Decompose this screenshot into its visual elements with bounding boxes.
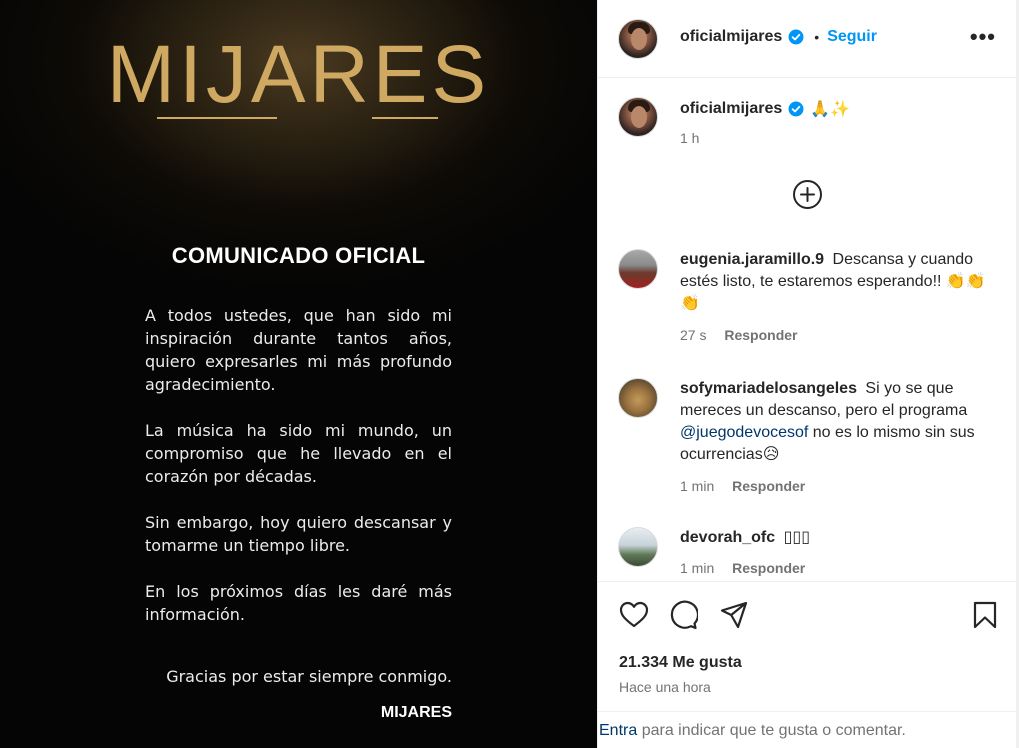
mijares-logo: MIJARES [106, 29, 491, 120]
post-paragraph: A todos ustedes, que han sido mi inspira… [145, 306, 452, 394]
login-prompt-text: para indicar que te gusta o comentar. [637, 722, 906, 739]
header-username[interactable]: oficialmijares [680, 28, 782, 46]
post-actions: 21.334 Me gusta Hace una hora [598, 581, 1019, 711]
verified-badge-icon [788, 29, 804, 45]
reply-button[interactable]: Responder [724, 327, 797, 343]
comment-text: devorah_ofc ▯▯▯ [680, 527, 1002, 549]
caption-text: 🙏✨ [810, 101, 851, 118]
heart-icon[interactable] [619, 600, 649, 630]
comment-username[interactable]: sofymariadelosangeles [680, 380, 857, 397]
bookmark-icon[interactable] [970, 600, 1000, 630]
post-thanks: Gracias por estar siempre conmigo. [166, 667, 452, 686]
avatar[interactable] [618, 97, 658, 137]
post-side-panel: oficialmijares • Seguir ••• oficialmijar… [597, 0, 1019, 748]
post-time[interactable]: Hace una hora [619, 679, 711, 695]
post-paragraph: Sin embargo, hoy quiero descansar y toma… [145, 513, 452, 555]
avatar[interactable] [618, 527, 658, 567]
comment-text: sofymariadelosangeles Si yo se que merec… [680, 378, 1002, 466]
caption: oficialmijares 🙏✨ [680, 99, 850, 119]
caption-time[interactable]: 1 h [680, 130, 699, 146]
follow-button[interactable]: Seguir [827, 28, 877, 46]
post-body: A todos ustedes, que han sido mi inspira… [145, 304, 452, 649]
share-icon[interactable] [719, 600, 749, 630]
comment-time: 1 min [680, 560, 715, 576]
avatar[interactable] [618, 249, 658, 289]
verified-badge-icon [788, 101, 804, 117]
comment-meta: 1 min Responder [680, 478, 805, 494]
login-link[interactable]: Entra [599, 722, 637, 739]
comment-username[interactable]: eugenia.jaramillo.9 [680, 251, 824, 268]
likes-count[interactable]: 21.334 Me gusta [619, 654, 742, 672]
post-paragraph: En los próximos días les daré más inform… [145, 582, 452, 624]
logo-underline-left [157, 117, 277, 119]
comment-text: eugenia.jaramillo.9 Descansa y cuando es… [680, 249, 1002, 315]
comment-time: 27 s [680, 327, 707, 343]
comments-list[interactable]: oficialmijares 🙏✨ 1 h eugenia.jaramillo.… [598, 78, 1019, 581]
post-heading: COMUNICADO OFICIAL [171, 243, 426, 268]
mention-link[interactable]: @juegodevocesof [680, 424, 808, 441]
comment-icon[interactable] [668, 600, 698, 630]
comment-body: ▯▯▯ [783, 529, 811, 546]
post-paragraph: La música ha sido mi mundo, un compromis… [145, 421, 452, 486]
avatar[interactable] [618, 378, 658, 418]
separator-dot: • [814, 29, 820, 45]
header-user: oficialmijares • Seguir [680, 28, 877, 46]
comment-username[interactable]: devorah_ofc [680, 529, 775, 546]
reply-button[interactable]: Responder [732, 478, 805, 494]
more-options-icon[interactable]: ••• [970, 26, 996, 48]
post-image[interactable]: MIJARES COMUNICADO OFICIAL A todos usted… [0, 0, 597, 748]
caption-username[interactable]: oficialmijares [680, 100, 782, 118]
load-more-comments-icon[interactable] [792, 179, 823, 210]
logo-wrap: MIJARES [0, 34, 597, 116]
comment-meta: 27 s Responder [680, 327, 797, 343]
logo-underline-right [372, 117, 438, 119]
comment-meta: 1 min Responder [680, 560, 805, 576]
avatar[interactable] [618, 19, 658, 59]
post-header: oficialmijares • Seguir ••• [598, 0, 1019, 78]
comment-time: 1 min [680, 478, 715, 494]
login-prompt: Entra para indicar que te gusta o coment… [598, 711, 1019, 748]
reply-button[interactable]: Responder [732, 560, 805, 576]
post-signature: MIJARES [380, 704, 452, 721]
